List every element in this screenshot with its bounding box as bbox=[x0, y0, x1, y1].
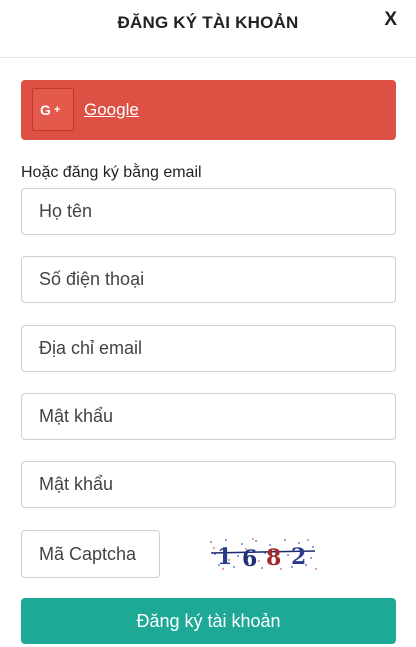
modal-header: ĐĂNG KÝ TÀI KHOẢN X bbox=[0, 0, 416, 58]
confirm-password-input[interactable] bbox=[21, 461, 396, 508]
email-signup-label: Hoặc đăng ký bằng email bbox=[21, 164, 202, 181]
captcha-image: 1 6 8 2 bbox=[207, 536, 319, 572]
svg-text:2: 2 bbox=[291, 544, 306, 570]
password-input[interactable] bbox=[21, 393, 396, 440]
google-label: Google bbox=[84, 100, 139, 119]
phone-input[interactable] bbox=[21, 256, 396, 303]
svg-text:1: 1 bbox=[217, 544, 232, 570]
signup-submit-button[interactable]: Đăng ký tài khoản bbox=[21, 598, 396, 644]
email-input[interactable] bbox=[21, 325, 396, 372]
svg-text:8: 8 bbox=[266, 545, 281, 571]
google-signup-button[interactable]: G + Google bbox=[21, 80, 396, 140]
google-plus-icon: G + bbox=[32, 88, 74, 131]
fullname-input[interactable] bbox=[21, 188, 396, 235]
svg-text:G: G bbox=[40, 102, 51, 118]
svg-text:6: 6 bbox=[242, 546, 257, 572]
svg-text:+: + bbox=[54, 104, 60, 116]
page-title: ĐĂNG KÝ TÀI KHOẢN bbox=[117, 13, 299, 32]
close-button[interactable]: X bbox=[384, 9, 397, 31]
captcha-input[interactable] bbox=[21, 530, 160, 578]
